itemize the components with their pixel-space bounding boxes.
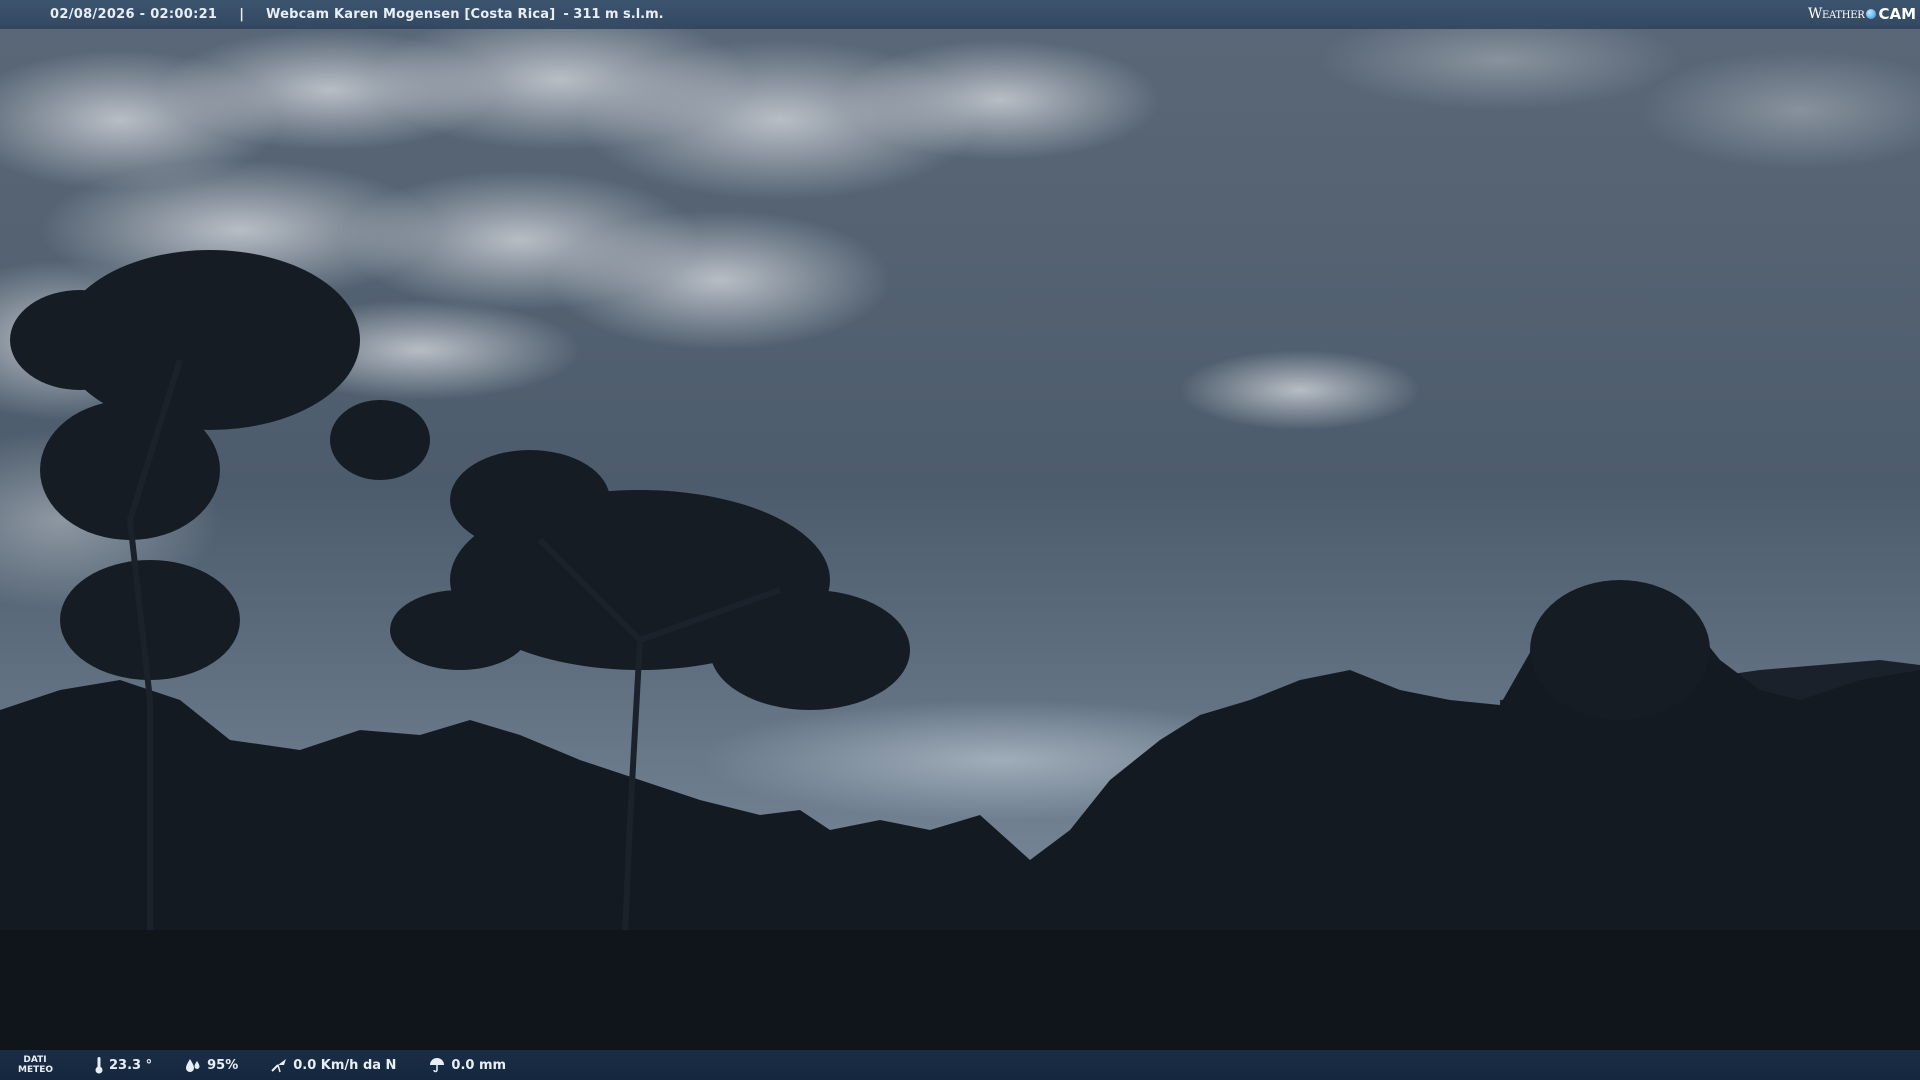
globe-icon [1866, 9, 1877, 19]
webcam-image [0, 0, 1920, 1080]
wind-value: 0.0 Km/h da N [293, 1057, 397, 1073]
temperature-value: 23.3 ° [109, 1057, 153, 1073]
thermometer-icon [95, 1057, 103, 1074]
altitude: - 311 m s.l.m. [563, 7, 664, 22]
webcam-title: Webcam Karen Mogensen [Costa Rica] [266, 7, 556, 22]
weathercam-logo: Weather CAM [1808, 3, 1916, 25]
humidity-metric: 95% [184, 1057, 238, 1073]
logo-suffix: CAM [1878, 5, 1916, 23]
timestamp: 02/08/2026 - 02:00:21 [50, 7, 218, 22]
dati-meteo-label: DATI METEO [18, 1055, 54, 1075]
rain-metric: 0.0 mm [428, 1057, 506, 1073]
meteo-label: METEO [18, 1065, 54, 1075]
wind-icon [271, 1059, 287, 1073]
wind-metric: 0.0 Km/h da N [270, 1057, 396, 1073]
humidity-value: 95% [207, 1057, 239, 1073]
weather-data-bar: DATI METEO 23.3 ° 95% 0.0 Km/h da N 0.0 … [0, 1050, 1920, 1080]
webcam-frame: 02/08/2026 - 02:00:21 | Webcam Karen Mog… [0, 0, 1920, 1080]
logo-word: Weather [1807, 6, 1865, 22]
rain-value: 0.0 mm [451, 1057, 507, 1073]
header-separator: | [239, 7, 245, 22]
temperature-metric: 23.3 ° [94, 1056, 152, 1074]
umbrella-icon [430, 1058, 445, 1073]
droplets-icon [186, 1059, 200, 1072]
header-bar: 02/08/2026 - 02:00:21 | Webcam Karen Mog… [0, 0, 1920, 29]
dati-label: DATI [23, 1055, 47, 1065]
